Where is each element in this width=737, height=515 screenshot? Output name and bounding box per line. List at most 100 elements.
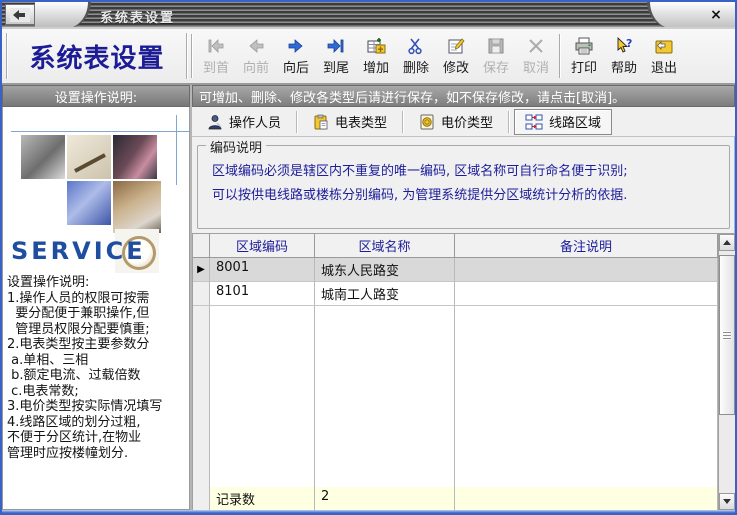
instruction-line: 管理员权限分配要慎重;	[7, 322, 187, 338]
cell-region-code[interactable]: 8101	[210, 282, 315, 306]
help-label: 帮助	[611, 57, 637, 76]
thumb-grip-icon	[723, 332, 731, 333]
scroll-up-button[interactable]	[719, 234, 735, 251]
go-last-icon	[326, 37, 346, 55]
print-button[interactable]: 打印	[564, 31, 604, 81]
titlebar-right-plate: ×	[647, 2, 735, 29]
sidebar-body: SERVICE 设置操作说明: 1.操作人员的权限可按需 要分配便于兼职操作,但…	[2, 107, 190, 510]
region-table: 区域编码 区域名称 备注说明 ▶ 8001 城东人民路变 8101 城南工人路变	[192, 234, 718, 510]
cell-region-name[interactable]: 城南工人路变	[315, 282, 455, 306]
tab-bar: 操作人员 电表类型 电价类型	[192, 107, 735, 137]
edit-button[interactable]: 修改	[436, 31, 476, 81]
row-indicator	[193, 282, 210, 306]
scroll-up-icon	[723, 240, 731, 245]
app-logo-icon	[5, 4, 35, 25]
empty-cell	[210, 306, 315, 487]
go-first-label: 到首	[203, 57, 229, 76]
toolbar-separator	[191, 34, 193, 78]
pen-photo	[67, 135, 111, 179]
groupbox-title: 编码说明	[206, 137, 266, 156]
print-icon	[574, 37, 594, 55]
tab-line-regions[interactable]: 线路区域	[514, 109, 612, 135]
app-window: 系统表设置 × 系统表设置 到首 向前 向后	[0, 0, 737, 515]
delete-button[interactable]: 删除	[396, 31, 436, 81]
header-indicator-cell	[193, 234, 210, 258]
table-row[interactable]: 8101 城南工人路变	[193, 282, 718, 306]
sidebar: 设置操作说明: SERVICE 设置操作说明: 1.操作人员的权限可按需	[2, 85, 192, 510]
go-last-label: 到尾	[323, 57, 349, 76]
go-next-icon	[286, 37, 306, 55]
cell-region-code[interactable]: 8001	[210, 258, 315, 282]
tab-separator	[296, 111, 298, 133]
cell-region-note[interactable]	[455, 258, 718, 282]
empty-indicator-column	[193, 306, 210, 487]
go-next-button[interactable]: 向后	[276, 31, 316, 81]
save-button[interactable]: 保存	[476, 31, 516, 81]
scrollbar-track[interactable]	[719, 251, 735, 493]
groupbox-line: 可以按供电线路或楼栋分别编码, 为管理系统提供分区域统计分析的依据.	[212, 184, 717, 208]
print-label: 打印	[571, 57, 597, 76]
pencils-photo	[113, 135, 157, 179]
instruction-line: 要分配便于兼职操作,但	[7, 306, 187, 322]
cancel-button[interactable]: 取消	[516, 31, 556, 81]
instruction-line: 2.电表类型按主要参数分	[7, 337, 187, 353]
close-icon[interactable]: ×	[707, 6, 725, 24]
sidebar-header: 设置操作说明:	[2, 85, 190, 107]
cell-region-note[interactable]	[455, 282, 718, 306]
window-bottom-edge	[2, 510, 735, 513]
hand-photo	[113, 181, 161, 233]
footer-note-cell	[455, 487, 718, 510]
delete-label: 删除	[403, 57, 429, 76]
collage-guide-line	[176, 115, 177, 185]
service-word: SERVICE	[11, 237, 146, 265]
tab-meter-types[interactable]: 电表类型	[302, 109, 398, 135]
help-button[interactable]: ? 帮助	[604, 31, 644, 81]
column-header-code[interactable]: 区域编码	[210, 234, 315, 258]
empty-cell	[315, 306, 455, 487]
column-header-note[interactable]: 备注说明	[455, 234, 718, 258]
go-first-icon	[206, 37, 226, 55]
footer-indicator-cell	[193, 487, 210, 510]
table-footer-row: 记录数 2	[193, 487, 718, 510]
vertical-scrollbar[interactable]	[718, 234, 735, 510]
go-first-button[interactable]: 到首	[196, 31, 236, 81]
instructions: 设置操作说明: 1.操作人员的权限可按需 要分配便于兼职操作,但 管理员权限分配…	[3, 269, 189, 461]
exit-button[interactable]: 退出	[644, 31, 684, 81]
record-count-value: 2	[315, 487, 455, 510]
tab-separator	[508, 111, 510, 133]
table-empty-area	[193, 306, 718, 487]
thumb-grip-icon	[723, 335, 731, 336]
hint-bar: 可增加、删除、修改各类型后请进行保存，如不保存修改，请点击[取消]。	[192, 85, 735, 107]
instruction-line: 4.线路区域的划分过粗,	[7, 415, 187, 431]
record-count-label: 记录数	[210, 487, 315, 510]
scroll-down-button[interactable]	[719, 493, 735, 510]
instruction-line: 设置操作说明:	[7, 275, 187, 291]
service-collage-image: SERVICE	[3, 107, 189, 269]
region-table-wrap: 区域编码 区域名称 备注说明 ▶ 8001 城东人民路变 8101 城南工人路变	[192, 233, 735, 510]
delete-icon	[406, 37, 426, 55]
instruction-line: 1.操作人员的权限可按需	[7, 291, 187, 307]
table-header-row: 区域编码 区域名称 备注说明	[193, 234, 718, 258]
go-next-label: 向后	[283, 57, 309, 76]
table-row[interactable]: ▶ 8001 城东人民路变	[193, 258, 718, 282]
scrollbar-thumb[interactable]	[719, 255, 735, 415]
instruction-line: c.电表常数;	[7, 384, 187, 400]
svg-text:?: ?	[626, 37, 632, 50]
cancel-icon	[526, 37, 546, 55]
groupbox-line: 区域编码必须是辖区内不重复的唯一编码, 区域名称可自行命名便于识别;	[212, 160, 717, 184]
help-icon: ?	[614, 37, 634, 55]
go-last-button[interactable]: 到尾	[316, 31, 356, 81]
cell-region-name[interactable]: 城东人民路变	[315, 258, 455, 282]
toolbar-separator	[559, 34, 561, 78]
tab-operators[interactable]: 操作人员	[196, 109, 292, 135]
tab-price-types[interactable]: 电价类型	[408, 109, 504, 135]
coding-notes-groupbox: 编码说明 区域编码必须是辖区内不重复的唯一编码, 区域名称可自行命名便于识别; …	[197, 145, 730, 229]
save-icon	[486, 37, 506, 55]
scroll-down-icon	[723, 499, 731, 504]
main-panel: 可增加、删除、修改各类型后请进行保存，如不保存修改，请点击[取消]。 操作人员 …	[192, 85, 735, 510]
column-header-name[interactable]: 区域名称	[315, 234, 455, 258]
meter-type-icon	[313, 114, 329, 130]
go-prev-button[interactable]: 向前	[236, 31, 276, 81]
add-button[interactable]: 增加	[356, 31, 396, 81]
instruction-line: 不便于分区统计,在物业	[7, 430, 187, 446]
